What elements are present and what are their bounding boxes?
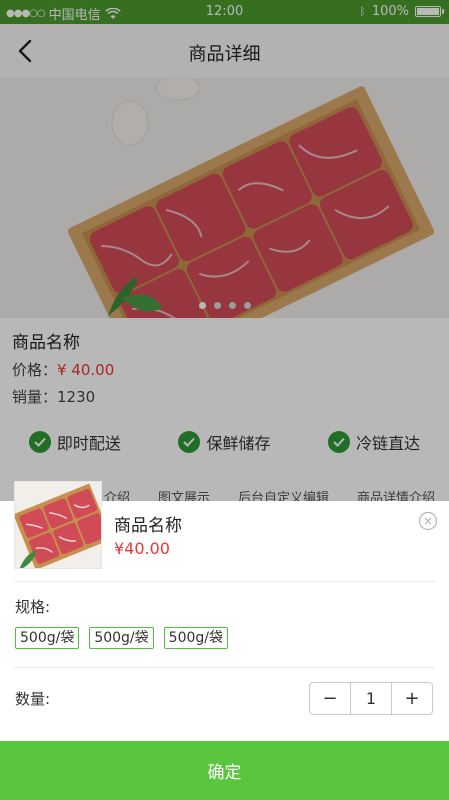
close-icon[interactable] <box>418 511 438 531</box>
spec-option[interactable]: 500g/袋 <box>89 627 154 649</box>
decrement-button[interactable]: − <box>310 683 350 714</box>
quantity-value[interactable]: 1 <box>350 683 392 714</box>
product-thumbnail <box>14 481 102 569</box>
quantity-label: 数量: <box>15 690 51 708</box>
sheet-product-name: 商品名称 <box>114 516 182 536</box>
spec-option[interactable]: 500g/袋 <box>163 627 228 649</box>
divider <box>14 581 435 582</box>
spec-options: 500g/袋 500g/袋 500g/袋 <box>15 627 228 649</box>
spec-label: 规格: <box>15 598 51 616</box>
spec-option[interactable]: 500g/袋 <box>15 627 80 649</box>
divider <box>14 667 435 668</box>
increment-button[interactable]: + <box>392 683 432 714</box>
confirm-button[interactable]: 确定 <box>0 741 449 800</box>
sheet-product-price: ¥40.00 <box>114 539 170 558</box>
quantity-stepper: − 1 + <box>309 682 433 715</box>
